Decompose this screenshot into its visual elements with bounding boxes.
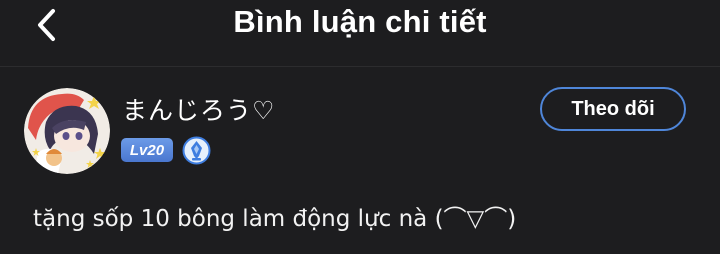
follow-button[interactable]: Theo dõi	[540, 87, 686, 131]
follow-label: Theo dõi	[571, 97, 655, 120]
level-badge: Lv20	[121, 138, 173, 162]
avatar-image	[24, 88, 110, 174]
level-label: Lv20	[129, 141, 165, 159]
rank-badge	[182, 136, 211, 165]
blue-crest-icon	[182, 136, 211, 165]
avatar[interactable]	[24, 88, 110, 174]
username[interactable]: まんじろう♡	[122, 91, 275, 127]
comment-text: tặng sốp 10 bông làm động lực nà (⌒▽⌒)	[33, 206, 517, 232]
header-bar: Bình luận chi tiết	[0, 0, 720, 67]
page-title: Bình luận chi tiết	[233, 4, 487, 39]
